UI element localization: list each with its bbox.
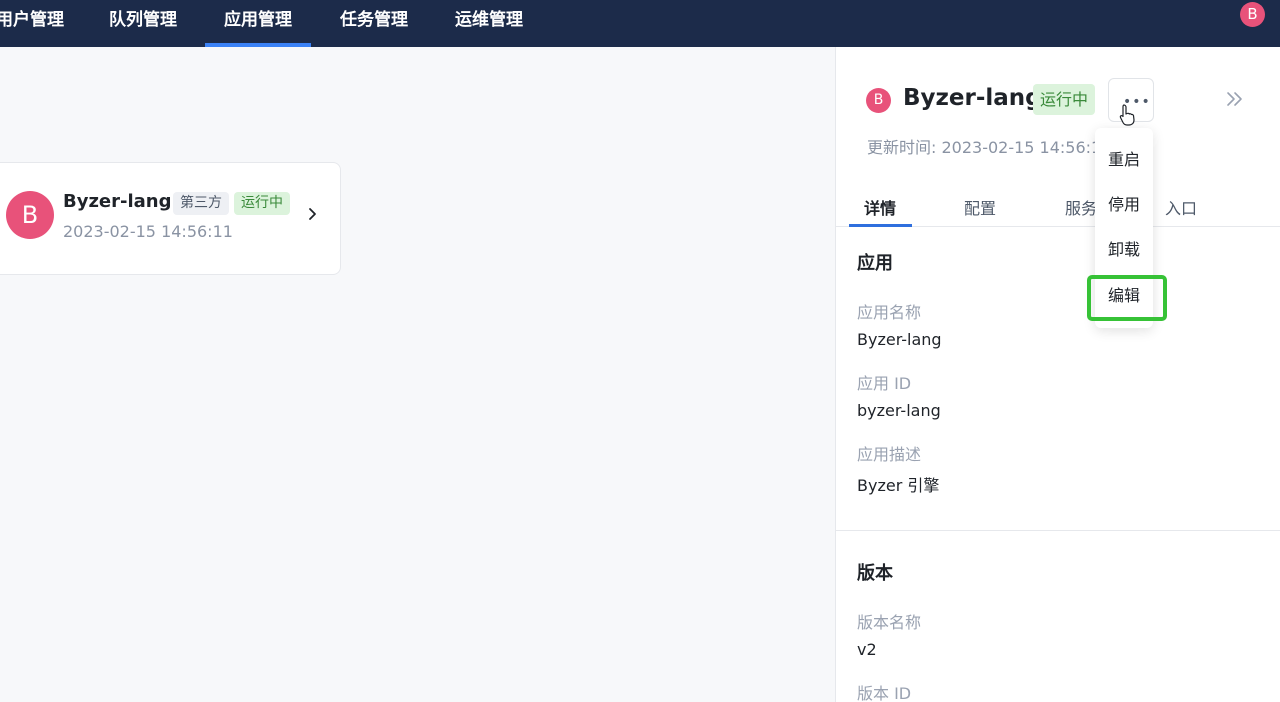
detail-panel: B Byzer-lang 运行中 ••• 更新时间: 2023-02-15 14… [835,47,1280,702]
chevron-right-icon[interactable] [307,207,319,221]
app-name-value: Byzer-lang [857,330,942,349]
tab-services[interactable]: 服务 [1065,195,1097,219]
tab-active-indicator [849,224,912,227]
hand-cursor-icon [1119,104,1135,126]
collapse-panel-icon[interactable] [1224,89,1246,109]
tab-details[interactable]: 详情 [864,195,896,219]
user-avatar[interactable]: B [1240,2,1265,27]
app-id-label: 应用 ID [857,374,912,393]
top-nav: 用户管理 队列管理 应用管理 任务管理 运维管理 B [0,0,1280,47]
update-time: 更新时间: 2023-02-15 14:56:1 [867,138,1102,157]
panel-title: Byzer-lang [903,85,1042,111]
nav-item-apps[interactable]: 应用管理 [205,0,311,47]
status-badge: 运行中 [234,192,290,215]
nav-item-queues[interactable]: 队列管理 [109,0,177,47]
app-desc-label: 应用描述 [857,445,922,464]
detail-tabs: 详情 配置 服务 入口 [836,182,1280,227]
app-name-label: 应用名称 [857,303,922,322]
panel-avatar: B [866,88,891,113]
menu-item-disable[interactable]: 停用 [1095,190,1153,220]
tab-entry[interactable]: 入口 [1165,195,1197,219]
version-name-value: v2 [857,640,877,659]
version-id-label: 版本 ID [857,684,912,702]
app-avatar: B [6,191,54,239]
version-name-label: 版本名称 [857,613,922,632]
nav-item-tasks[interactable]: 任务管理 [340,0,408,47]
nav-item-users[interactable]: 用户管理 [0,0,64,47]
nav-item-ops[interactable]: 运维管理 [455,0,523,47]
edit-highlight [1087,275,1167,321]
app-time: 2023-02-15 14:56:11 [63,222,233,241]
tab-config[interactable]: 配置 [964,195,996,219]
section-title-version: 版本 [857,563,893,584]
app-desc-value: Byzer 引擎 [857,476,940,495]
app-id-value: byzer-lang [857,401,941,420]
app-card[interactable]: B Byzer-lang 第三方 运行中 2023-02-15 14:56:11 [0,162,341,275]
menu-item-uninstall[interactable]: 卸载 [1095,235,1153,265]
menu-item-restart[interactable]: 重启 [1095,145,1153,175]
source-tag: 第三方 [173,192,229,215]
app-name: Byzer-lang [63,191,172,212]
panel-status-badge: 运行中 [1033,84,1096,115]
section-divider [836,530,1280,531]
section-title-app: 应用 [857,253,893,274]
